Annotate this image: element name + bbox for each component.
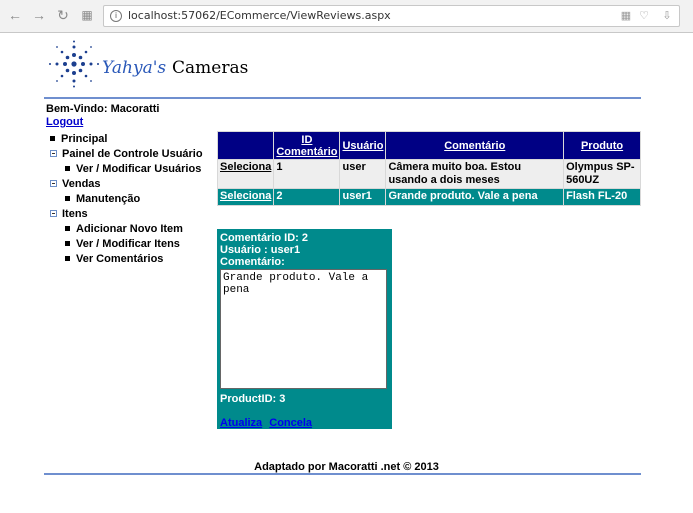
menu-item-principal[interactable]: Principal [47, 132, 217, 147]
favorite-heart-icon[interactable]: ♡ [637, 9, 651, 23]
cancel-link[interactable]: Concela [269, 417, 312, 429]
sort-link-id[interactable]: ID Comentário [276, 134, 337, 158]
qr-icon[interactable]: ▦ [619, 9, 633, 23]
cell-id: 1 [273, 159, 341, 189]
menu-item-label: Ver / Modificar Usuários [76, 163, 202, 175]
cell-id: 2 [273, 188, 341, 206]
sort-link-user[interactable]: Usuário [342, 140, 383, 152]
header-divider [44, 97, 641, 99]
bullet-icon [65, 255, 70, 261]
menu-group-itens[interactable]: Itens [47, 207, 217, 222]
grid-header-id[interactable]: ID Comentário [273, 131, 341, 160]
logout-link[interactable]: Logout [46, 116, 83, 128]
welcome-text: Bem-Vindo: Macoratti [46, 103, 160, 115]
menu-item-label: Ver / Modificar Itens [76, 238, 180, 250]
reviews-grid: ID Comentário Usuário Comentário Produto… [216, 131, 641, 206]
menu-group-painel-controle[interactable]: Painel de Controle Usuário [47, 147, 217, 162]
detail-product-id: ProductID: 3 [220, 393, 286, 405]
table-row-selected: Seleciona 2 user1 Grande produto. Vale a… [216, 188, 641, 206]
cell-product: Flash FL-20 [563, 188, 641, 206]
sort-link-product[interactable]: Produto [581, 140, 623, 152]
menu-group-vendas[interactable]: Vendas [47, 177, 217, 192]
logo-text-a: Yahya's [102, 58, 166, 78]
detail-user: Usuário : user1 [220, 244, 301, 256]
grid-header-user[interactable]: Usuário [339, 131, 387, 160]
menu-item-label: Principal [61, 133, 108, 145]
menu-item-label: Itens [62, 208, 88, 220]
menu-item-ver-modificar-itens[interactable]: Ver / Modificar Itens [47, 237, 217, 252]
grid-header-product[interactable]: Produto [563, 131, 641, 160]
cell-user: user1 [339, 188, 387, 206]
url-text[interactable]: localhost:57062/ECommerce/ViewReviews.as… [128, 9, 391, 22]
bullet-icon [65, 195, 70, 201]
grid-header-row: ID Comentário Usuário Comentário Produto [216, 131, 641, 160]
grid-header-comment[interactable]: Comentário [385, 131, 565, 160]
download-icon[interactable]: ⇩ [660, 9, 674, 23]
address-bar[interactable]: i localhost:57062/ECommerce/ViewReviews.… [103, 5, 680, 27]
sort-link-comment[interactable]: Comentário [444, 140, 505, 152]
menu-item-label: Ver Comentários [76, 253, 164, 265]
bullet-icon [50, 135, 55, 141]
collapse-icon[interactable] [50, 209, 57, 217]
cell-comment: Grande produto. Vale a pena [385, 188, 565, 206]
reload-icon[interactable]: ↻ [54, 6, 72, 24]
select-link[interactable]: Seleciona [216, 188, 275, 206]
collapse-icon[interactable] [50, 179, 57, 187]
back-icon[interactable]: ← [6, 6, 24, 24]
menu-item-ver-modificar-usuarios[interactable]: Ver / Modificar Usuários [47, 162, 217, 177]
menu-item-label: Painel de Controle Usuário [62, 148, 203, 160]
detail-actions: Atualiza Concela [220, 417, 389, 429]
menu-item-label: Manutenção [76, 193, 141, 205]
grid-header-select [216, 131, 275, 160]
bullet-icon [65, 165, 70, 171]
footer-divider [44, 473, 641, 475]
menu-item-label: Adicionar Novo Item [76, 223, 183, 235]
update-link[interactable]: Atualiza [220, 417, 262, 429]
apps-icon[interactable]: ▦ [78, 6, 96, 24]
cell-comment: Câmera muito boa. Estou usando a dois me… [385, 159, 565, 189]
navigation-menu: Principal Painel de Controle Usuário Ver… [47, 132, 217, 267]
site-logo: Yahya's Cameras [44, 40, 254, 88]
cell-user: user [339, 159, 387, 189]
bullet-icon [65, 240, 70, 246]
menu-item-manutencao[interactable]: Manutenção [47, 192, 217, 207]
browser-toolbar: ← → ↻ ▦ i localhost:57062/ECommerce/View… [0, 0, 693, 33]
logo-text-b: Cameras [172, 58, 248, 78]
detail-comment-label: Comentário: [220, 256, 285, 268]
select-link[interactable]: Seleciona [216, 159, 275, 189]
comment-textarea[interactable]: Grande produto. Vale a pena [220, 269, 387, 389]
menu-item-label: Vendas [62, 178, 101, 190]
page-info-icon[interactable]: i [110, 10, 122, 22]
table-row: Seleciona 1 user Câmera muito boa. Estou… [216, 159, 641, 189]
cell-product: Olympus SP-560UZ [563, 159, 641, 189]
menu-item-ver-comentarios[interactable]: Ver Comentários [47, 252, 217, 267]
review-details-panel: Comentário ID: 2 Usuário : user1 Comentá… [217, 229, 392, 429]
forward-icon[interactable]: → [30, 6, 48, 24]
footer-text: Adaptado por Macoratti .net © 2013 [254, 461, 439, 473]
bullet-icon [65, 225, 70, 231]
collapse-icon[interactable] [50, 149, 57, 157]
menu-item-adicionar-novo-item[interactable]: Adicionar Novo Item [47, 222, 217, 237]
logo-burst-icon: Yahya's Cameras [49, 40, 248, 88]
detail-comment-id: Comentário ID: 2 [220, 232, 309, 244]
